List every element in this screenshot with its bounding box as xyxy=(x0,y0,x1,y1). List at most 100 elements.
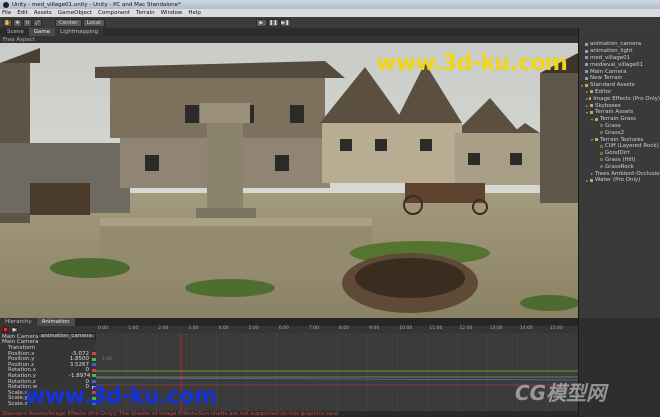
village-scene-render xyxy=(0,43,578,318)
project-item[interactable]: Grass xyxy=(579,123,660,130)
folder-icon xyxy=(585,83,588,87)
gameobject-icon xyxy=(585,70,588,74)
project-item-label: animation_light xyxy=(590,48,633,55)
project-item-label: Terrain Assets xyxy=(595,109,634,116)
menu-edit[interactable]: Edit xyxy=(17,10,28,16)
folder-icon xyxy=(595,138,598,142)
project-item[interactable]: ▾ Standard Assets xyxy=(579,82,660,89)
tab-animation[interactable]: Animation xyxy=(36,318,75,326)
project-item[interactable]: medieval_village01 xyxy=(579,61,660,68)
project-item[interactable]: GrassRock xyxy=(579,163,660,170)
project-item[interactable]: ▸ Image Effects (Pro Only) xyxy=(579,95,660,102)
menu-terrain[interactable]: Terrain xyxy=(136,10,155,16)
gameobject-icon xyxy=(585,42,588,46)
anim-play-icon[interactable]: ▶ xyxy=(11,326,18,333)
space-toggle[interactable]: Local xyxy=(82,18,105,27)
move-icon[interactable]: ✥ xyxy=(13,18,22,27)
project-item-label: medieval_village01 xyxy=(590,61,644,68)
pause-icon[interactable]: ❚❚ xyxy=(267,18,279,27)
menu-component[interactable]: Component xyxy=(98,10,130,16)
ruler-tick-label: 7:00 xyxy=(308,326,319,331)
project-item[interactable]: animation_light xyxy=(579,48,660,55)
ruler-tick-label: 6:00 xyxy=(278,326,289,331)
game-viewport[interactable]: www.3d-ku.com xyxy=(0,43,578,318)
status-bar[interactable]: Standard Assets/Image Effects (Pro Only)… xyxy=(0,411,578,417)
gameobject-icon xyxy=(585,76,588,80)
project-item-label: GoodDirt xyxy=(605,150,630,157)
menu-file[interactable]: File xyxy=(2,10,11,16)
timeline-ruler[interactable]: 0:00 1:00 2:00 3:00 4:00 5:00 6:00 7:00 8:00 9:00… xyxy=(96,326,578,333)
texture-icon xyxy=(600,131,603,135)
ruler-tick-label: 4:00 xyxy=(218,326,229,331)
frame-readout: 1:00 xyxy=(102,357,113,362)
project-item[interactable]: Grass (Hill) xyxy=(579,157,660,164)
pivot-toggle[interactable]: Center xyxy=(55,18,82,27)
project-item-label: Main Camera xyxy=(590,68,627,75)
window-title: Unity - med_village01.unity - Unity - PC… xyxy=(12,1,181,8)
project-item-label: New Terrain xyxy=(590,75,623,82)
project-item[interactable]: Main Camera xyxy=(579,68,660,75)
tab-lightmapping[interactable]: Lightmapping xyxy=(55,28,104,36)
ruler-tick-label: 10:00 xyxy=(399,326,413,331)
hand-icon[interactable]: ✋ xyxy=(3,18,12,27)
project-item[interactable]: ▸ Editor xyxy=(579,89,660,96)
animation-tab-bar: Hierarchy Animation xyxy=(0,318,578,326)
project-item[interactable]: GoodDirt xyxy=(579,150,660,157)
tab-hierarchy[interactable]: Hierarchy xyxy=(0,318,37,326)
tab-scene[interactable]: Scene xyxy=(2,28,29,36)
folder-icon xyxy=(590,104,593,108)
record-icon xyxy=(4,328,7,331)
ruler-tick-label: 11:00 xyxy=(429,326,443,331)
play-controls: ▶ ❚❚ ▶❚ xyxy=(255,18,292,27)
menu-help[interactable]: Help xyxy=(188,10,201,16)
play-icon[interactable]: ▶ xyxy=(255,18,267,27)
expand-closed-icon[interactable]: ▸ xyxy=(591,171,593,176)
ruler-tick-label: 9:00 xyxy=(369,326,380,331)
scale-icon[interactable]: ⤢ xyxy=(33,18,42,27)
step-icon[interactable]: ▶❚ xyxy=(279,18,291,27)
project-item[interactable]: ▸ Trees Ambient-Occlusion xyxy=(579,170,660,177)
texture-icon xyxy=(600,158,603,162)
project-item[interactable]: med_village01 xyxy=(579,55,660,62)
project-item[interactable]: Cliff (Layered Rock) xyxy=(579,143,660,150)
watermark-bottom: www.3d-ku.com xyxy=(25,384,217,409)
rotate-icon[interactable]: ↻ xyxy=(23,18,32,27)
folder-icon xyxy=(590,90,593,94)
project-item[interactable]: ▾ Terrain Assets xyxy=(579,109,660,116)
project-item[interactable]: animation_camera xyxy=(579,41,660,48)
project-item-label: Image Effects (Pro Only) xyxy=(593,95,660,102)
scene-tab-bar: Scene Game Lightmapping xyxy=(0,28,578,36)
project-item[interactable]: ▾ Terrain Textures xyxy=(579,136,660,143)
project-item[interactable]: ▾ Terrain Grass xyxy=(579,116,660,123)
texture-icon xyxy=(600,124,603,128)
project-item[interactable]: Grass2 xyxy=(579,129,660,136)
project-item-label: Terrain Grass xyxy=(600,116,636,123)
ruler-tick-label: 14:00 xyxy=(519,326,533,331)
project-item-label: Standard Assets xyxy=(590,82,635,89)
project-item-label: Grass xyxy=(605,122,621,129)
project-item[interactable]: New Terrain xyxy=(579,75,660,82)
aspect-dropdown[interactable]: Free Aspect xyxy=(3,37,35,43)
ruler-tick-label: 5:00 xyxy=(248,326,259,331)
watermark-top: www.3d-ku.com xyxy=(376,51,568,76)
project-item[interactable]: ▸ Water (Pro Only) xyxy=(579,177,660,184)
clip-dropdown[interactable]: animation_camera xyxy=(38,333,96,339)
texture-icon xyxy=(600,165,603,169)
menu-gameobject[interactable]: GameObject xyxy=(58,10,92,16)
menu-window[interactable]: Window xyxy=(161,10,183,16)
ruler-tick-label: 1:00 xyxy=(128,326,139,331)
unity-logo-icon xyxy=(3,1,9,8)
folder-icon xyxy=(590,178,593,182)
project-panel: animation_camera animation_light med_villa… xyxy=(578,28,660,318)
menu-assets[interactable]: Assets xyxy=(34,10,52,16)
folder-icon xyxy=(590,110,593,114)
project-item-label: Terrain Textures xyxy=(600,136,644,143)
ruler-tick-label: 12:00 xyxy=(459,326,473,331)
window-titlebar: Unity - med_village01.unity - Unity - PC… xyxy=(0,0,660,9)
gameobject-icon xyxy=(585,49,588,53)
ruler-tick-label: 15:00 xyxy=(549,326,563,331)
project-item-label: Grass2 xyxy=(605,129,625,136)
tab-game[interactable]: Game xyxy=(28,28,56,36)
project-item[interactable]: ▸ Skyboxes xyxy=(579,102,660,109)
record-button[interactable] xyxy=(2,326,9,333)
